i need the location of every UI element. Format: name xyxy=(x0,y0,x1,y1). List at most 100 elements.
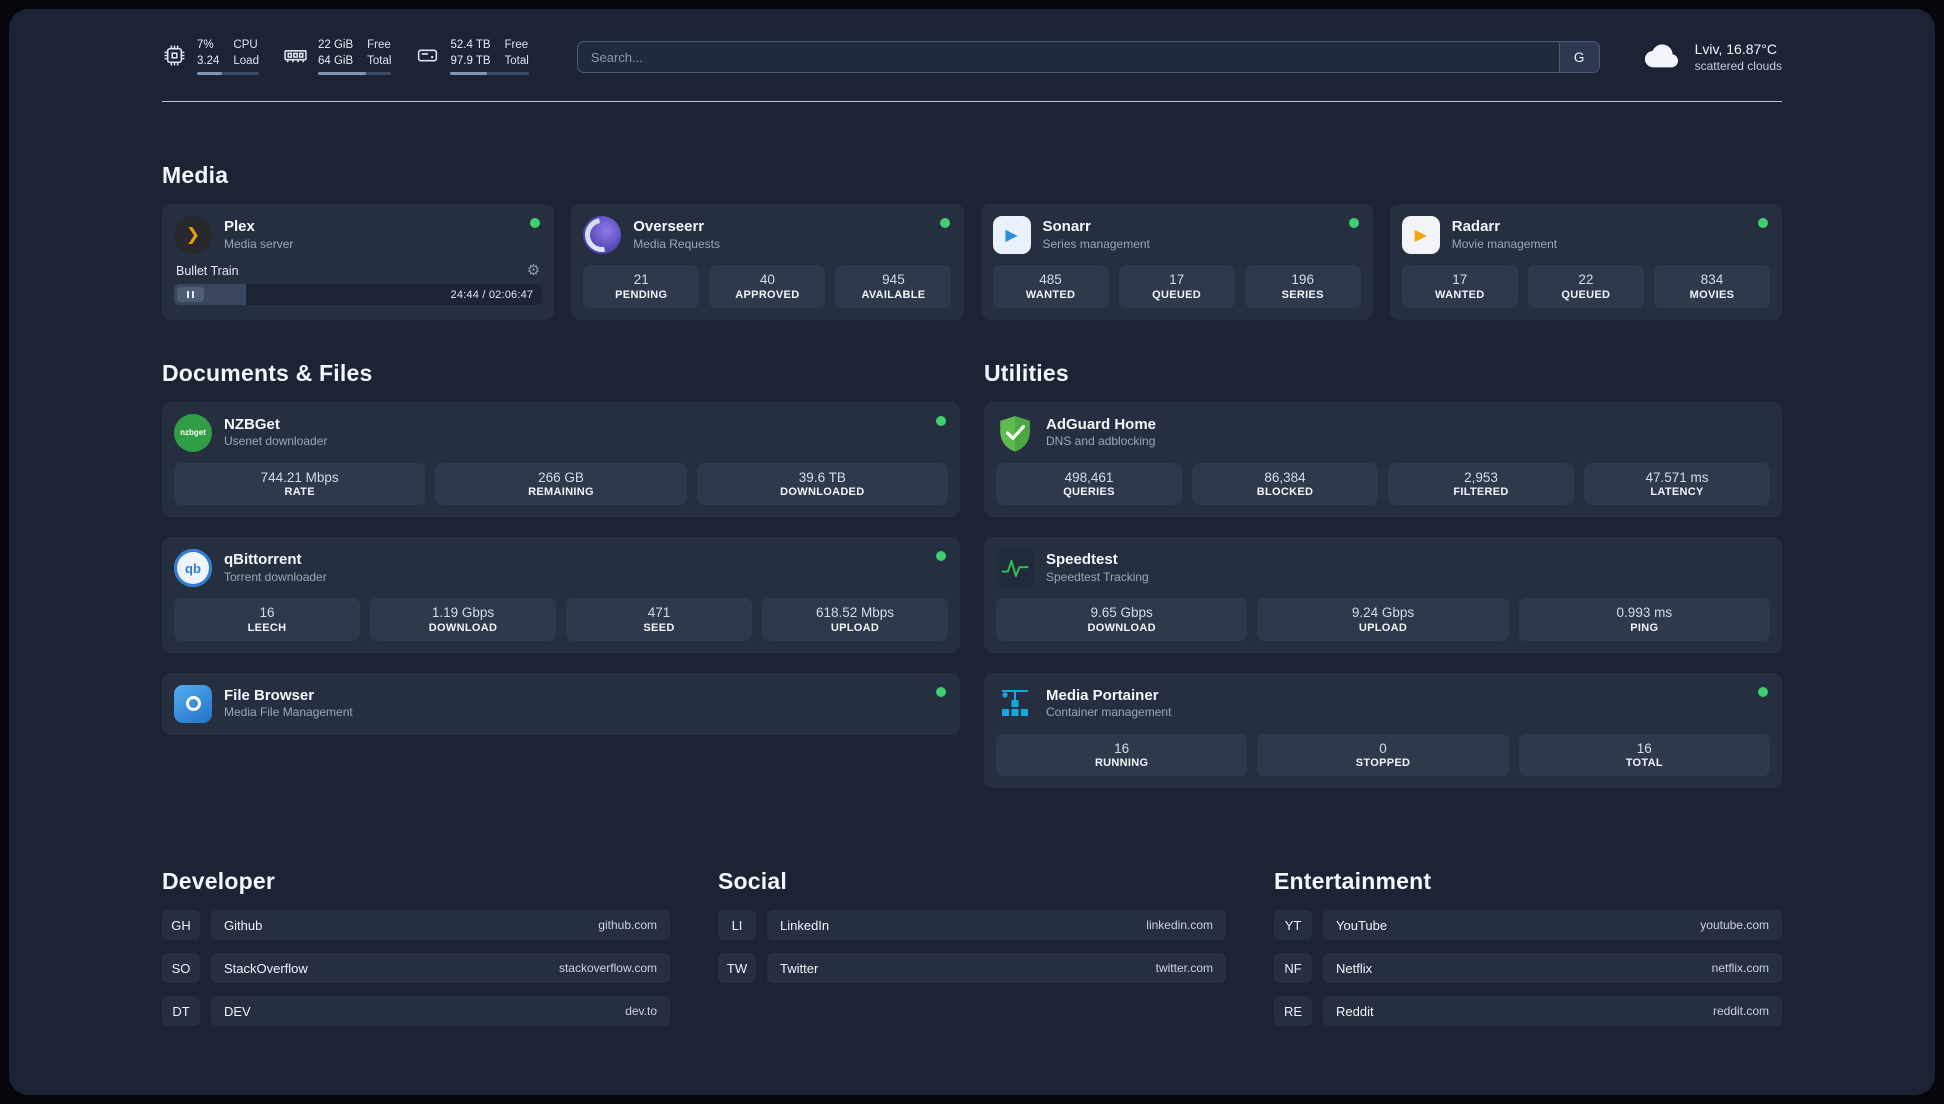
memory-total-label: Total xyxy=(367,54,392,67)
app-card-radarr[interactable]: ▶ Radarr Movie management 17 WANTED 22 Q… xyxy=(1389,204,1782,320)
search-bar: G xyxy=(576,41,1600,74)
link-bar[interactable]: Reddit reddit.com xyxy=(1323,996,1782,1027)
link-abbr: RE xyxy=(1274,996,1312,1027)
link-name: DEV xyxy=(224,1003,251,1019)
link-abbr: NF xyxy=(1274,953,1312,984)
link-dev[interactable]: DT DEV dev.to xyxy=(162,996,670,1027)
disk-total-value: 97.9 TB xyxy=(450,54,491,67)
stat-ping: 0.993 ms PING xyxy=(1518,598,1770,641)
app-name: Media Portainer xyxy=(1046,686,1159,704)
link-reddit[interactable]: RE Reddit reddit.com xyxy=(1274,996,1782,1027)
stat-available: 945 AVAILABLE xyxy=(835,265,952,308)
player-settings-icon[interactable]: ⚙ xyxy=(527,263,540,278)
player-progress-fill xyxy=(174,284,246,306)
player-progress-bar[interactable]: 24:44 / 02:06:47 xyxy=(174,284,543,306)
search-input[interactable] xyxy=(577,42,1559,73)
stat-queries: 498,461 QUERIES xyxy=(996,462,1182,506)
pause-button[interactable] xyxy=(177,287,204,303)
link-abbr: LI xyxy=(718,910,756,941)
app-card-portainer[interactable]: Media Portainer Container management 16 … xyxy=(984,672,1782,789)
link-bar[interactable]: DEV dev.to xyxy=(211,996,670,1027)
link-abbr: SO xyxy=(162,953,200,984)
link-name: Netflix xyxy=(1336,960,1373,976)
link-bar[interactable]: Netflix netflix.com xyxy=(1323,953,1782,984)
link-netflix[interactable]: NF Netflix netflix.com xyxy=(1274,953,1782,984)
cpu-load-label: Load xyxy=(233,54,259,67)
link-url: reddit.com xyxy=(1712,1004,1769,1019)
link-abbr: DT xyxy=(162,996,200,1027)
stat-remaining: 266 GB REMAINING xyxy=(435,462,687,506)
memory-widget: 22 GiB 64 GiB Free Total xyxy=(283,39,392,76)
link-name: Twitter xyxy=(780,960,819,976)
app-name: Plex xyxy=(224,218,255,236)
search-engine-button[interactable]: G xyxy=(1558,42,1599,73)
link-url: twitter.com xyxy=(1155,961,1213,976)
app-card-sonarr[interactable]: ▶ Sonarr Series management 485 WANTED 17… xyxy=(980,204,1373,320)
stat-upload: 9.24 Gbps UPLOAD xyxy=(1257,598,1509,641)
link-url: stackoverflow.com xyxy=(558,961,657,976)
link-bar[interactable]: YouTube youtube.com xyxy=(1323,910,1782,941)
app-subtitle: Container management xyxy=(1046,705,1172,720)
stat-rate: 744.21 Mbps RATE xyxy=(174,462,426,506)
disk-free-label: Free xyxy=(504,39,529,51)
link-abbr: TW xyxy=(718,953,756,984)
app-card-overseerr[interactable]: Overseerr Media Requests 21 PENDING 40 A… xyxy=(571,204,964,320)
link-url: github.com xyxy=(598,918,657,933)
stat-latency: 47.571 ms LATENCY xyxy=(1584,462,1770,506)
app-card-adguard[interactable]: AdGuard Home DNS and adblocking 498,461 … xyxy=(984,401,1782,518)
stat-downloaded: 39.6 TB DOWNLOADED xyxy=(696,462,948,506)
radarr-icon: ▶ xyxy=(1401,216,1440,255)
app-subtitle: Media Requests xyxy=(633,236,720,251)
link-linkedin[interactable]: LI LinkedIn linkedin.com xyxy=(718,910,1226,941)
link-bar[interactable]: Github github.com xyxy=(211,910,670,941)
memory-free-value: 22 GiB xyxy=(317,39,354,51)
disk-progress-fill xyxy=(450,72,488,76)
stat-upload: 618.52 Mbps UPLOAD xyxy=(762,598,948,641)
link-name: Github xyxy=(224,917,263,933)
stat-wanted: 17 WANTED xyxy=(1401,265,1518,308)
link-github[interactable]: GH Github github.com xyxy=(162,910,670,941)
app-card-qbittorrent[interactable]: qb qBittorrent Torrent downloader 16 LEE… xyxy=(162,537,960,653)
section-utilities: Utilities AdGuard Home DNS and adblockin… xyxy=(984,360,1782,789)
overseerr-icon xyxy=(583,216,622,255)
stat-filtered: 2,953 FILTERED xyxy=(1388,462,1574,506)
app-card-plex[interactable]: ❯ Plex Media server Bullet Train ⚙ 24:44… xyxy=(162,204,555,320)
app-name: Sonarr xyxy=(1042,218,1091,236)
app-card-speedtest[interactable]: Speedtest Speedtest Tracking 9.65 Gbps D… xyxy=(984,537,1782,653)
link-url: youtube.com xyxy=(1700,918,1769,933)
cpu-progress-bar xyxy=(197,72,259,76)
weather-widget: Lviv, 16.87°C scattered clouds xyxy=(1642,41,1782,73)
link-name: StackOverflow xyxy=(224,960,308,976)
stat-leech: 16 LEECH xyxy=(174,598,360,641)
link-name: YouTube xyxy=(1336,917,1388,933)
cloud-icon xyxy=(1642,42,1684,72)
section-entertainment: Entertainment YT YouTube youtube.com NF … xyxy=(1274,868,1782,1027)
link-bar[interactable]: LinkedIn linkedin.com xyxy=(767,910,1226,941)
app-card-nzbget[interactable]: nzbget NZBGet Usenet downloader 744.21 M… xyxy=(162,401,960,518)
qbittorrent-icon: qb xyxy=(174,549,212,588)
stat-seed: 471 SEED xyxy=(566,598,752,641)
app-name: Overseerr xyxy=(633,218,705,236)
link-stackoverflow[interactable]: SO StackOverflow stackoverflow.com xyxy=(162,953,670,984)
app-subtitle: Usenet downloader xyxy=(224,434,328,449)
app-subtitle: Media server xyxy=(224,236,294,251)
entertainment-heading: Entertainment xyxy=(1274,868,1432,895)
stat-series: 196 SERIES xyxy=(1244,265,1361,308)
top-bar: 7% 3.24 CPU Load 22 GiB 64 GiB Free Tota… xyxy=(162,39,1782,76)
link-url: linkedin.com xyxy=(1146,918,1213,933)
stat-total: 16 TOTAL xyxy=(1518,733,1770,777)
app-card-filebrowser[interactable]: File Browser Media File Management xyxy=(162,672,960,735)
app-name: qBittorrent xyxy=(224,551,302,569)
link-twitter[interactable]: TW Twitter twitter.com xyxy=(718,953,1226,984)
link-bar[interactable]: Twitter twitter.com xyxy=(767,953,1226,984)
disk-free-value: 52.4 TB xyxy=(450,39,491,51)
stat-stopped: 0 STOPPED xyxy=(1257,733,1509,777)
app-name: Radarr xyxy=(1451,218,1501,236)
link-youtube[interactable]: YT YouTube youtube.com xyxy=(1274,910,1782,941)
link-bar[interactable]: StackOverflow stackoverflow.com xyxy=(211,953,670,984)
cpu-percent-value: 7% xyxy=(197,39,214,51)
speedtest-icon xyxy=(996,549,1034,588)
adguard-icon xyxy=(996,414,1034,452)
memory-progress-bar xyxy=(317,72,392,76)
stat-blocked: 86,384 BLOCKED xyxy=(1192,462,1378,506)
